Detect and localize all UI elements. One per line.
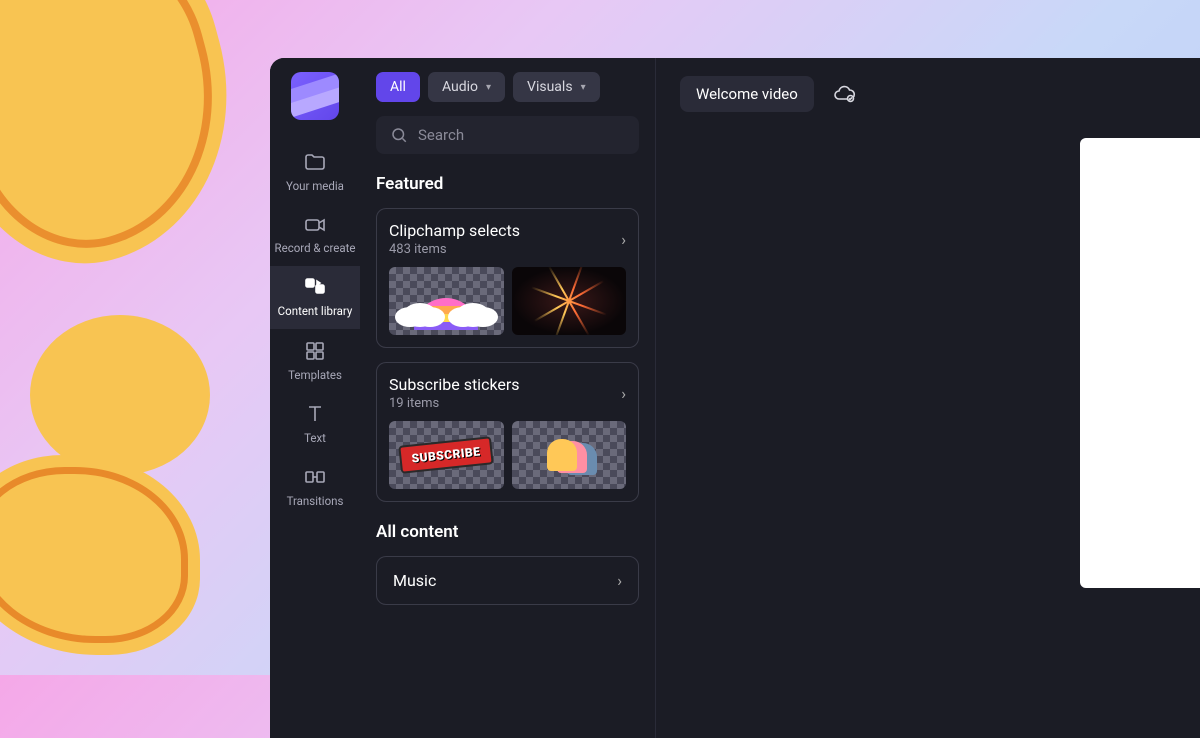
main-panel: Welcome video (656, 58, 1200, 738)
sidebar-item-label: Text (304, 431, 326, 445)
text-icon (303, 402, 327, 426)
camera-icon (303, 213, 327, 237)
collection-count: 19 items (389, 396, 520, 411)
sidebar-item-templates[interactable]: Templates (270, 329, 360, 392)
transitions-icon (303, 465, 327, 489)
subscribe-badge-text: SUBSCRIBE (399, 436, 494, 474)
folder-icon (303, 150, 327, 174)
sidebar-item-content-library[interactable]: Content library (270, 266, 360, 329)
app-logo-icon[interactable] (291, 72, 339, 120)
sidebar-item-label: Content library (278, 305, 353, 319)
collection-header[interactable]: Subscribe stickers 19 items › (389, 375, 626, 411)
filter-audio[interactable]: Audio ▾ (428, 72, 505, 102)
collection-subscribe-stickers: Subscribe stickers 19 items › SUBSCRIBE (376, 362, 639, 502)
thumbnail-rainbow[interactable] (389, 267, 504, 335)
filter-row: All Audio ▾ Visuals ▾ (376, 72, 639, 102)
thumbnail-bells[interactable] (512, 421, 627, 489)
sidebar-item-transitions[interactable]: Transitions (270, 455, 360, 518)
filter-label: Visuals (527, 79, 573, 95)
search-input[interactable]: Search (376, 116, 639, 154)
chevron-down-icon: ▾ (486, 82, 491, 93)
sidebar-item-your-media[interactable]: Your media (270, 140, 360, 203)
all-content-heading: All content (376, 522, 639, 542)
chevron-right-icon: › (621, 230, 626, 249)
chevron-down-icon: ▾ (581, 82, 586, 93)
video-canvas[interactable] (1080, 138, 1200, 588)
filter-visuals[interactable]: Visuals ▾ (513, 72, 600, 102)
filter-all[interactable]: All (376, 72, 420, 102)
thumbnail-sparks[interactable] (512, 267, 627, 335)
sidebar-item-label: Record & create (275, 242, 356, 256)
collection-clipchamp-selects: Clipchamp selects 483 items › (376, 208, 639, 348)
sync-status-icon[interactable] (832, 82, 856, 106)
content-library-icon (303, 276, 327, 300)
collection-count: 483 items (389, 242, 520, 257)
sidebar-item-record-create[interactable]: Record & create (270, 203, 360, 266)
search-placeholder: Search (418, 126, 464, 144)
featured-heading: Featured (376, 174, 639, 194)
thumbnail-subscribe[interactable]: SUBSCRIBE (389, 421, 504, 489)
collection-title: Clipchamp selects (389, 221, 520, 240)
content-row-music[interactable]: Music › (376, 556, 639, 605)
collection-header[interactable]: Clipchamp selects 483 items › (389, 221, 626, 257)
collection-title: Subscribe stickers (389, 375, 520, 394)
library-panel: All Audio ▾ Visuals ▾ Search Featured Cl… (360, 58, 656, 738)
chevron-right-icon: › (617, 571, 622, 590)
filter-label: All (390, 79, 406, 95)
templates-icon (303, 339, 327, 363)
sidebar: Your media Record & create Content libra… (270, 58, 360, 738)
sidebar-item-label: Transitions (287, 494, 344, 508)
search-icon (390, 126, 408, 144)
app-window: Your media Record & create Content libra… (270, 58, 1200, 738)
content-row-label: Music (393, 571, 436, 590)
sidebar-item-text[interactable]: Text (270, 392, 360, 455)
sidebar-item-label: Your media (286, 179, 344, 193)
filter-label: Audio (442, 79, 478, 95)
chevron-right-icon: › (621, 384, 626, 403)
project-name-input[interactable]: Welcome video (680, 76, 814, 112)
topbar: Welcome video (680, 76, 1200, 112)
sidebar-item-label: Templates (288, 368, 342, 382)
project-name-text: Welcome video (696, 85, 798, 103)
